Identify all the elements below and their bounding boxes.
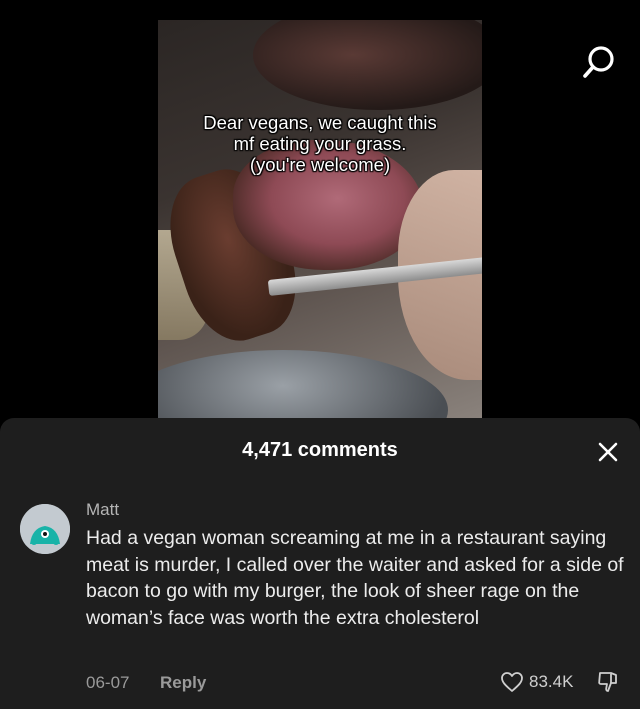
comments-sheet: 4,471 comments Matt Had a vegan woman sc… xyxy=(0,418,640,709)
caption-line: (you're welcome) xyxy=(249,154,391,175)
video-image-element xyxy=(253,20,482,110)
reply-button[interactable]: Reply xyxy=(160,673,206,693)
comment-username[interactable]: Matt xyxy=(86,500,119,520)
like-button[interactable]: 83.4K xyxy=(500,671,573,693)
close-icon[interactable] xyxy=(597,441,619,463)
caption-line: Dear vegans, we caught this xyxy=(203,112,437,133)
thumbs-down-icon[interactable] xyxy=(596,670,620,694)
avatar[interactable] xyxy=(20,504,70,554)
comment-text: Had a vegan woman screaming at me in a r… xyxy=(86,527,624,629)
video-frame[interactable]: Dear vegans, we caught this mf eating yo… xyxy=(158,20,482,418)
video-caption: Dear vegans, we caught this mf eating yo… xyxy=(158,112,482,175)
comments-count: 4,471 comments xyxy=(242,439,398,461)
avatar-image xyxy=(20,504,70,554)
heart-icon xyxy=(501,672,523,692)
video-image-element xyxy=(158,350,448,418)
caption-line: mf eating your grass. xyxy=(233,133,407,154)
comment-date: 06-07 xyxy=(86,673,130,692)
search-icon[interactable] xyxy=(582,45,616,79)
like-count: 83.4K xyxy=(529,672,574,691)
